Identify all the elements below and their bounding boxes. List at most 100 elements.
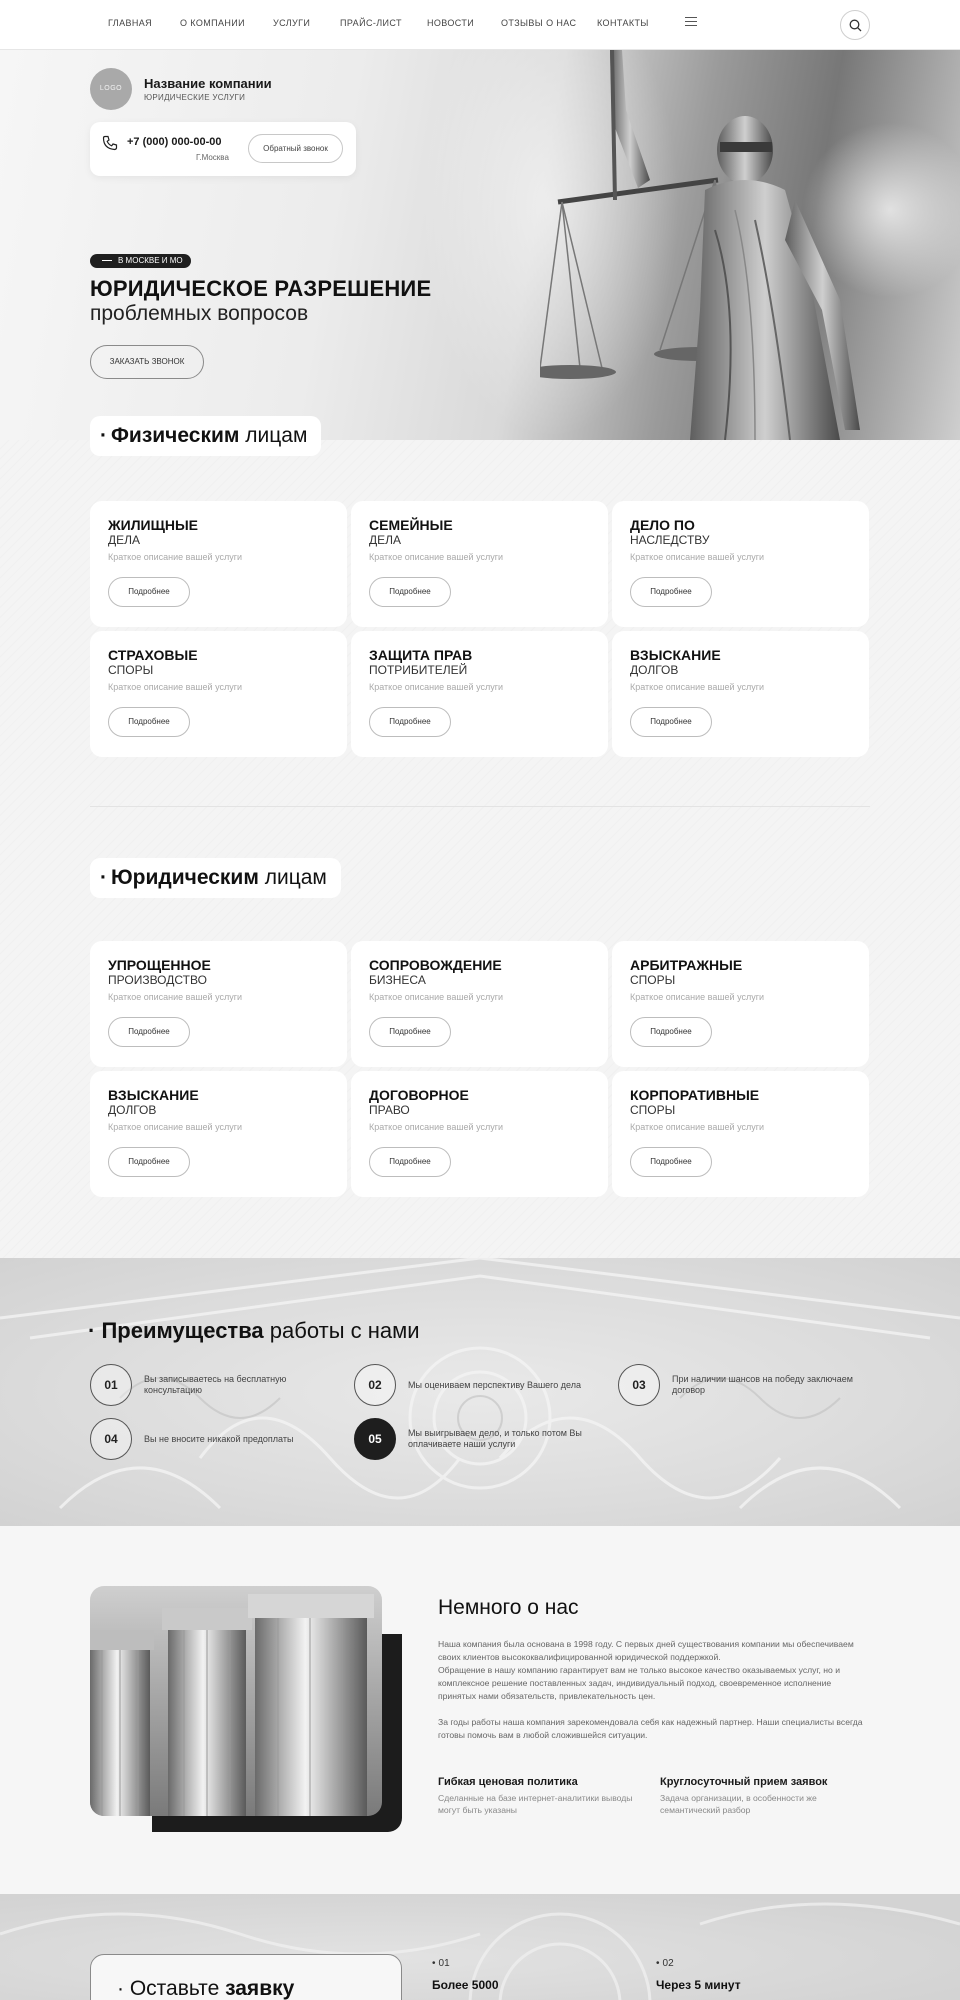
card-title: ДЕЛО ПО [630, 517, 695, 533]
card-title: СОПРОВОЖДЕНИЕ [369, 957, 502, 973]
card-title: КОРПОРАТИВНЫЕ [630, 1087, 760, 1103]
stat-index: 02 [656, 1958, 674, 1969]
more-button[interactable]: Подробнее [630, 577, 712, 607]
more-button[interactable]: Подробнее [630, 707, 712, 737]
card-description: Краткое описание вашей услуги [108, 992, 243, 1002]
service-card[interactable]: СОПРОВОЖДЕНИЕ БИЗНЕСА Краткое описание в… [351, 941, 608, 1067]
more-button[interactable]: Подробнее [108, 1147, 190, 1177]
card-subtitle: СПОРЫ [630, 973, 676, 987]
card-subtitle: ДОЛГОВ [108, 1103, 157, 1117]
hamburger-icon[interactable] [685, 17, 697, 27]
service-card[interactable]: СЕМЕЙНЫЕ ДЕЛА Краткое описание вашей усл… [351, 501, 608, 627]
nav-item-home[interactable]: ГЛАВНАЯ [108, 18, 152, 28]
hero-title: ЮРИДИЧЕСКОЕ РАЗРЕШЕНИЕ [90, 276, 432, 301]
card-subtitle: СПОРЫ [108, 663, 154, 677]
card-subtitle: ПРАВО [369, 1103, 410, 1117]
hero-subtitle: проблемных вопросов [90, 302, 309, 325]
card-title: УПРОЩЕННОЕ [108, 957, 211, 973]
order-call-button[interactable]: ЗАКАЗАТЬ ЗВОНОК [90, 345, 204, 379]
section-title-legal: · Юридическим лицам [90, 858, 341, 898]
company-subtitle: ЮРИДИЧЕСКИЕ УСЛУГИ [144, 93, 246, 102]
advantage-number: 02 [354, 1364, 396, 1406]
company-logo[interactable]: LOGO [90, 68, 132, 110]
nav-item-news[interactable]: НОВОСТИ [427, 18, 474, 28]
phone-number[interactable]: +7 (000) 000-00-00 [127, 136, 221, 148]
feature-title: Гибкая ценовая политика [438, 1776, 578, 1788]
card-description: Краткое описание вашей услуги [630, 682, 765, 692]
more-button[interactable]: Подробнее [108, 577, 190, 607]
card-title: СТРАХОВЫЕ [108, 647, 198, 663]
service-card[interactable]: УПРОЩЕННОЕ ПРОИЗВОДСТВО Краткое описание… [90, 941, 347, 1067]
card-title: ДОГОВОРНОЕ [369, 1087, 469, 1103]
advantage-text: При наличии шансов на победу заключаем д… [672, 1374, 853, 1395]
service-card[interactable]: ДЕЛО ПО НАСЛЕДСТВУ Краткое описание ваше… [612, 501, 869, 627]
callback-button[interactable]: Обратный звонок [248, 134, 343, 163]
more-button[interactable]: Подробнее [630, 1147, 712, 1177]
columns-image [90, 1586, 382, 1816]
section-title-rest: лицам [264, 866, 327, 889]
service-card[interactable]: КОРПОРАТИВНЫЕ СПОРЫ Краткое описание ваш… [612, 1071, 869, 1197]
card-description: Краткое описание вашей услуги [369, 682, 504, 692]
advantage-text: Вы не вносите никакой предоплаты [144, 1434, 294, 1444]
request-title-rest: Оставьте [129, 1977, 220, 2000]
feature-description: Сделанные на базе интернет-аналитики выв… [438, 1793, 633, 1815]
contact-card: +7 (000) 000-00-00 Г.Москва Обратный зво… [90, 122, 356, 176]
card-subtitle: ДЕЛА [108, 533, 141, 547]
company-name: Название компании [144, 76, 272, 91]
search-button[interactable] [840, 10, 870, 40]
more-button[interactable]: Подробнее [108, 707, 190, 737]
card-subtitle: ДОЛГОВ [630, 663, 679, 677]
advantages-section: · Преимущества работы с нами 01 Вы запис… [0, 1258, 960, 1526]
service-card[interactable]: ВЗЫСКАНИЕ ДОЛГОВ Краткое описание вашей … [612, 631, 869, 757]
nav-item-services[interactable]: УСЛУГИ [273, 18, 310, 28]
service-card[interactable]: ЗАЩИТА ПРАВ ПОТРИБИТЕЛЕЙ Краткое описани… [351, 631, 608, 757]
card-title: СЕМЕЙНЫЕ [369, 517, 453, 533]
advantage-number: 05 [354, 1418, 396, 1460]
section-title-bold: Юридическим [111, 866, 259, 889]
card-description: Краткое описание вашей услуги [369, 1122, 504, 1132]
service-card[interactable]: ВЗЫСКАНИЕ ДОЛГОВ Краткое описание вашей … [90, 1071, 347, 1197]
advantages-title-bold: Преимущества [101, 1318, 264, 1343]
service-card[interactable]: ЖИЛИЩНЫЕ ДЕЛА Краткое описание вашей усл… [90, 501, 347, 627]
more-button[interactable]: Подробнее [369, 707, 451, 737]
columns-photo [90, 1586, 382, 1816]
city-label: Г.Москва [196, 153, 229, 162]
about-section: Немного о нас Наша компания была основан… [0, 1526, 960, 1894]
more-button[interactable]: Подробнее [630, 1017, 712, 1047]
card-title: ЖИЛИЩНЫЕ [108, 517, 199, 533]
service-card[interactable]: СТРАХОВЫЕ СПОРЫ Краткое описание вашей у… [90, 631, 347, 757]
more-button[interactable]: Подробнее [108, 1017, 190, 1047]
request-title-bold: заявку [225, 1977, 295, 2000]
about-paragraph-3: За годы работы наша компания зарекомендо… [438, 1717, 863, 1740]
card-subtitle: НАСЛЕДСТВУ [630, 533, 710, 547]
feature-description: Задача организации, в особенности же сем… [660, 1793, 817, 1815]
card-subtitle: БИЗНЕСА [369, 973, 426, 987]
nav-item-price[interactable]: ПРАЙС-ЛИСТ [340, 18, 402, 28]
feature-title: Круглосуточный прием заявок [660, 1776, 828, 1788]
more-button[interactable]: Подробнее [369, 577, 451, 607]
advantage-text: Мы оцениваем перспективу Вашего дела [408, 1380, 581, 1390]
advantages-title-rest: работы с нами [269, 1318, 420, 1343]
card-description: Краткое описание вашей услуги [630, 1122, 765, 1132]
card-description: Краткое описание вашей услуги [369, 552, 504, 562]
search-icon [849, 19, 862, 32]
top-navigation: ГЛАВНАЯ О КОМПАНИИ УСЛУГИ ПРАЙС-ЛИСТ НОВ… [0, 0, 960, 50]
more-button[interactable]: Подробнее [369, 1147, 451, 1177]
service-card[interactable]: АРБИТРАЖНЫЕ СПОРЫ Краткое описание вашей… [612, 941, 869, 1067]
advantage-number: 01 [90, 1364, 132, 1406]
nav-item-contacts[interactable]: КОНТАКТЫ [597, 18, 649, 28]
nav-item-about[interactable]: О КОМПАНИИ [180, 18, 245, 28]
section-divider [90, 806, 870, 807]
service-card[interactable]: ДОГОВОРНОЕ ПРАВО Краткое описание вашей … [351, 1071, 608, 1197]
more-button[interactable]: Подробнее [369, 1017, 451, 1047]
request-form-card: · Оставьте заявку [90, 1954, 402, 2000]
section-title-rest: лицам [245, 424, 308, 447]
about-paragraph-1: Наша компания была основана в 1998 году.… [438, 1639, 854, 1662]
stat-index: 01 [432, 1958, 450, 1969]
card-description: Краткое описание вашей услуги [630, 992, 765, 1002]
advantages-title: · Преимущества работы с нами [88, 1318, 420, 1343]
nav-item-reviews[interactable]: ОТЗЫВЫ О НАС [501, 18, 576, 28]
about-paragraph-2: Обращение в нашу компанию гарантирует ва… [438, 1665, 841, 1701]
card-description: Краткое описание вашей услуги [108, 1122, 243, 1132]
advantage-number: 04 [90, 1418, 132, 1460]
